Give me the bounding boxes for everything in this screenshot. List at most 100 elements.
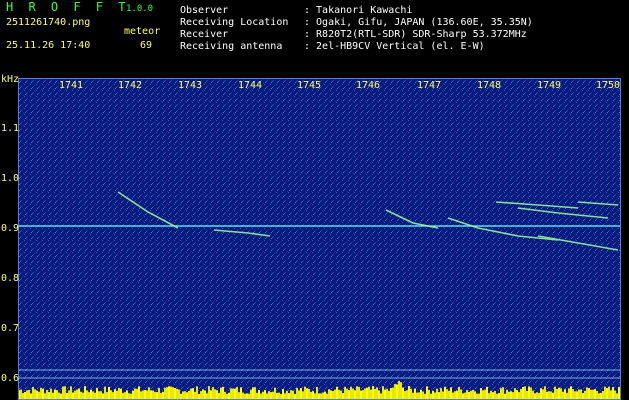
signal-level-bar [124,392,126,400]
signal-level-bar [342,393,344,400]
signal-level-bar [166,387,168,400]
signal-level-bar [232,388,234,400]
signal-level-bar [40,387,42,400]
location-value: : Ogaki, Gifu, JAPAN (136.60E, 35.35N) [304,17,533,28]
signal-level-bar [264,390,266,400]
signal-level-bar [32,386,34,400]
signal-level-bar [474,391,476,400]
signal-level-bar [238,392,240,400]
signal-level-bar [418,392,420,400]
signal-level-bar [118,387,120,400]
signal-level-bar [544,386,546,400]
signal-level-bar [186,392,188,400]
signal-level-bar [92,391,94,400]
signal-level-bar [610,390,612,400]
signal-level-bar [538,392,540,400]
signal-level-bar [234,388,236,400]
signal-level-bar [276,392,278,400]
signal-level-bar [420,389,422,400]
signal-level-bar [52,392,54,400]
signal-level-bar [344,386,346,400]
signal-level-bar [596,390,598,400]
signal-level-bar [142,390,144,400]
signal-level-bar [554,386,556,400]
signal-level-bar [298,390,300,400]
signal-level-bar [580,389,582,400]
signal-level-bar [116,390,118,400]
signal-level-bar [136,388,138,400]
signal-level-bar [602,390,604,400]
signal-level-bar [138,386,140,400]
signal-level-bar [366,387,368,400]
signal-level-bar [376,387,378,400]
signal-level-bar [172,387,174,400]
signal-level-bar [204,390,206,400]
signal-level-bar [332,390,334,400]
signal-level-bar [586,387,588,400]
signal-level-bar [566,392,568,400]
signal-level-bar [110,390,112,400]
signal-level-bar [520,388,522,400]
y-tick-label: 0.9 [1,223,20,234]
signal-level-bar [490,390,492,400]
signal-level-bar [506,389,508,400]
signal-level-bar [324,391,326,400]
signal-level-bar [560,388,562,400]
signal-level-bar [532,390,534,400]
signal-level-bar [604,386,606,400]
signal-level-bar [86,390,88,400]
signal-level-bar [456,390,458,400]
signal-level-bar [514,388,516,400]
signal-level-bar [74,390,76,400]
observer-key: Observer [180,5,229,16]
signal-level-bar [90,389,92,400]
x-tick-label: 1746 [356,80,381,91]
app-version: 1.0.0 [126,4,154,14]
signal-level-bar [228,392,230,400]
signal-level-bar [150,390,152,400]
signal-level-bar [54,389,56,400]
signal-level-bar [42,388,44,400]
signal-level-bar [584,390,586,400]
signal-level-bar [540,388,542,400]
signal-level-bar [168,386,170,400]
signal-level-bar [400,382,402,400]
signal-level-bar [82,392,84,400]
signal-level-bar [518,392,520,400]
signal-level-bar [236,387,238,400]
signal-level-bar [300,388,302,400]
signal-level-bar [582,393,584,400]
signal-level-bar [188,390,190,400]
signal-level-bar [310,391,312,400]
signal-level-bar [440,388,442,400]
signal-level-bar [498,392,500,400]
signal-level-bar [96,387,98,400]
signal-level-bar [218,392,220,400]
signal-level-bar [564,389,566,400]
signal-level-bar [570,386,572,400]
signal-level-bar [272,391,274,400]
x-tick-label: 1748 [477,80,502,91]
signal-level-bar [338,389,340,400]
signal-level-bar [112,392,114,400]
signal-level-bar [80,391,82,400]
signal-level-bar [360,390,362,400]
signal-level-bar [450,387,452,400]
signal-level-bar [274,387,276,400]
signal-level-bar [128,393,130,400]
signal-level-bar [568,388,570,400]
receiver-value: : R820T2(RTL-SDR) SDR-Sharp 53.372MHz [304,29,527,40]
signal-level-bar [534,393,536,400]
signal-level-bar [552,392,554,400]
signal-level-bar [48,392,50,400]
signal-level-bar [176,388,178,400]
signal-level-bar [334,389,336,400]
signal-level-bar [516,390,518,400]
y-tick-label: 0.6 [1,373,20,384]
signal-level-bar [370,389,372,400]
signal-level-bar [34,389,36,400]
signal-level-bar [356,386,358,400]
signal-level-bar [20,389,22,400]
signal-level-bar [458,386,460,400]
signal-level-bar [354,390,356,400]
